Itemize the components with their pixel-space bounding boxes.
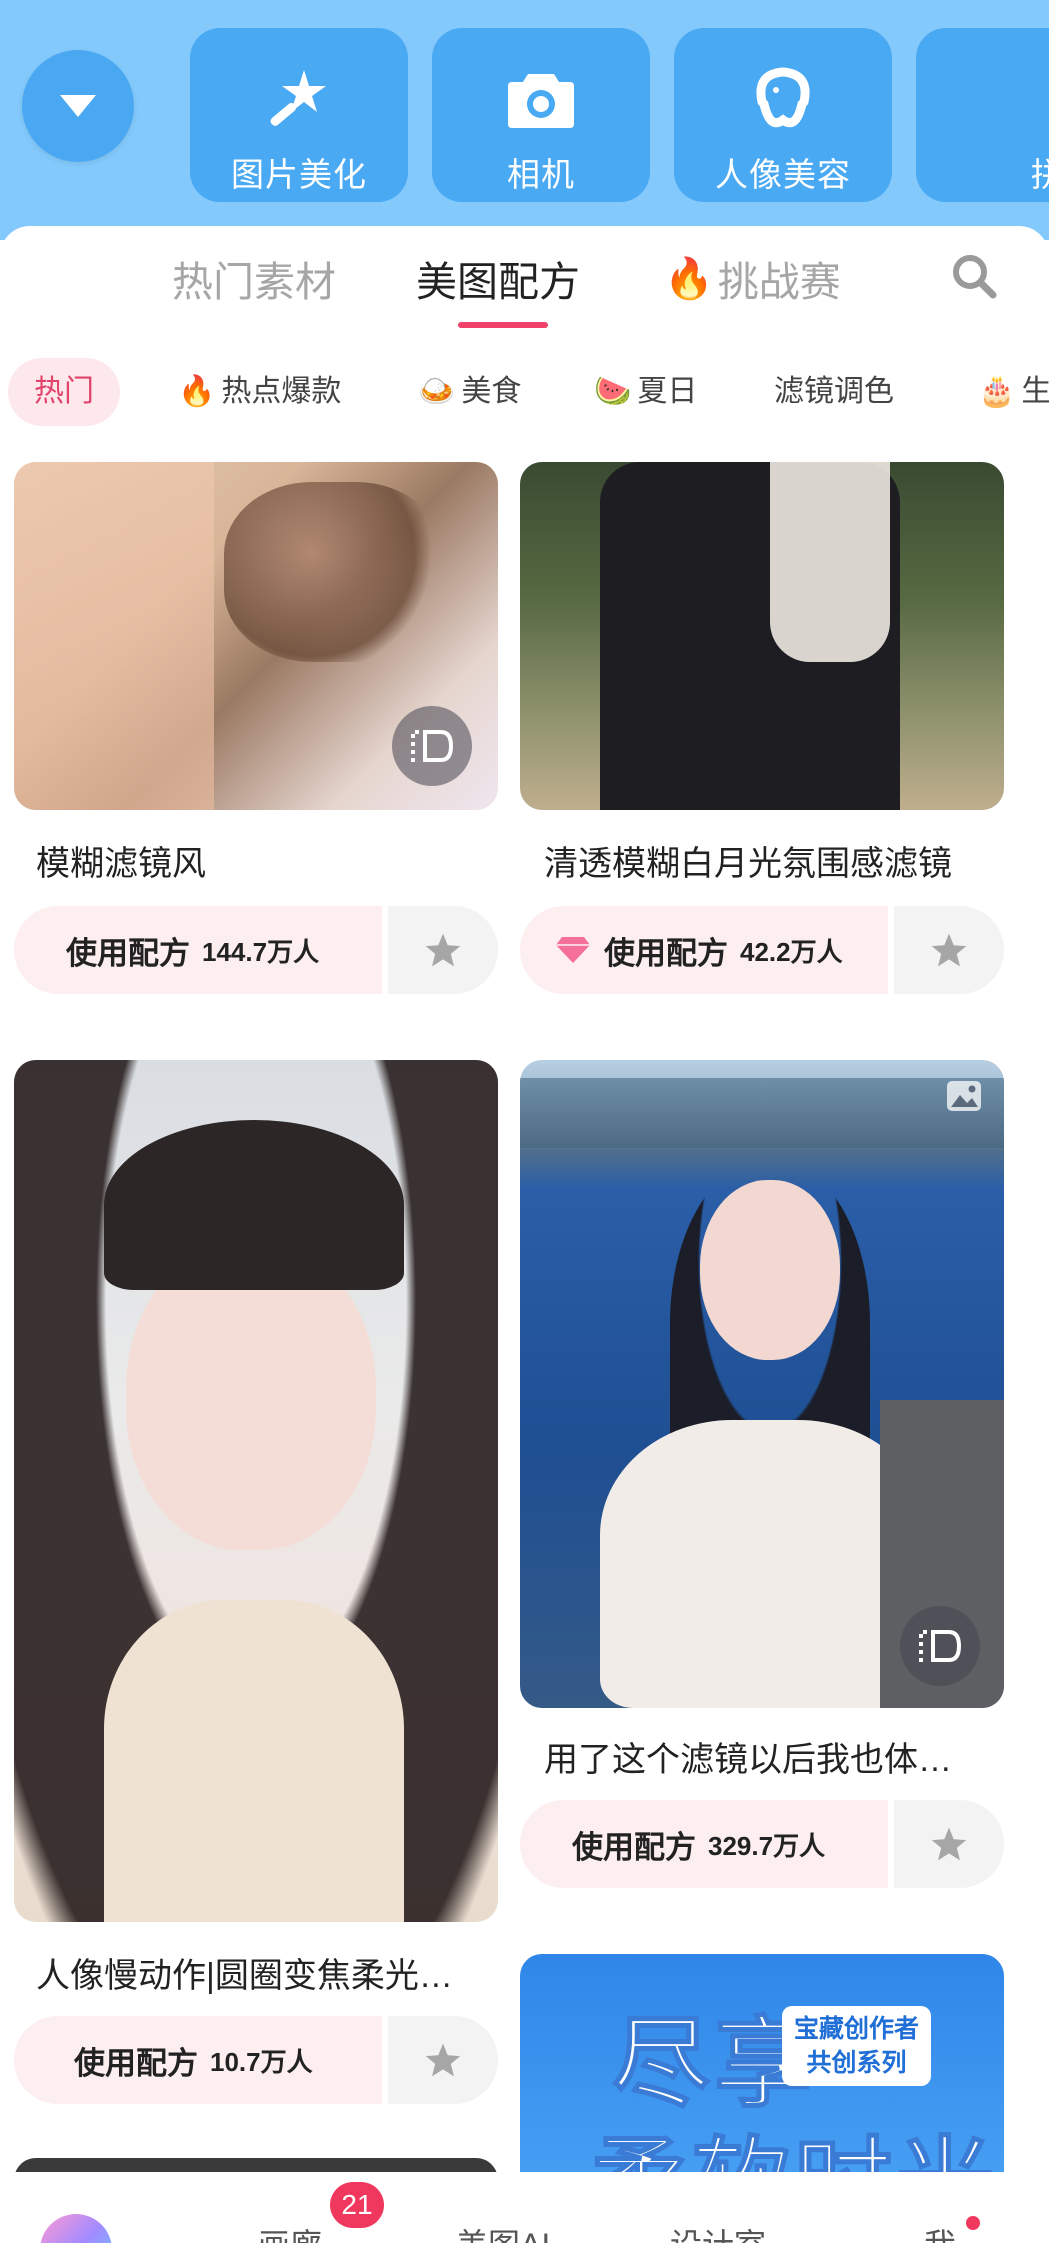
use-recipe-label: 使用配方 bbox=[604, 935, 728, 971]
tool-photo-beautify[interactable]: 图片美化 bbox=[190, 28, 408, 202]
chip-label: 生 bbox=[1021, 375, 1049, 408]
promo-card[interactable]: 尽享 宝藏创作者 共创系列 柔软时光 bbox=[520, 1954, 1004, 2172]
collage-icon bbox=[985, 60, 1049, 138]
chip-summer[interactable]: 🍉 夏日 bbox=[594, 358, 697, 426]
nav-gallery[interactable]: 画廊 bbox=[258, 2220, 322, 2243]
notification-badge: 21 bbox=[330, 2182, 384, 2228]
camera-icon bbox=[502, 60, 580, 138]
chip-food[interactable]: 🍛 美食 bbox=[418, 358, 521, 426]
favorite-button[interactable] bbox=[894, 1800, 1004, 1888]
star-icon bbox=[425, 933, 461, 967]
use-recipe-label: 使用配方 bbox=[572, 1829, 696, 1865]
fire-icon: 🔥 bbox=[178, 375, 216, 408]
usage-count: 42.2万人 bbox=[740, 936, 843, 967]
use-recipe-button[interactable]: 使用配方 144.7万人 bbox=[14, 906, 382, 994]
unread-dot bbox=[966, 2216, 980, 2230]
use-recipe-label: 使用配方 bbox=[74, 2045, 198, 2081]
tab-recipes[interactable]: 美图配方 bbox=[416, 248, 580, 308]
tool-label: 相机 bbox=[507, 156, 575, 193]
tab-hot-materials[interactable]: 热门素材 bbox=[172, 248, 336, 308]
nav-me[interactable]: 我 bbox=[924, 2220, 956, 2243]
cake-icon: 🎂 bbox=[978, 375, 1016, 408]
tool-label: 拼图 bbox=[1031, 156, 1049, 193]
usage-count: 329.7万人 bbox=[708, 1830, 826, 1861]
tool-camera[interactable]: 相机 bbox=[432, 28, 650, 202]
chip-trending[interactable]: 🔥 热点爆款 bbox=[178, 358, 341, 426]
fire-icon: 🔥 bbox=[664, 256, 714, 301]
live-photo-icon bbox=[919, 1630, 962, 1662]
promo-headline-2: 柔软时光 bbox=[589, 2104, 998, 2172]
watermelon-icon: 🍉 bbox=[594, 375, 632, 408]
card-image[interactable] bbox=[520, 1060, 1004, 1708]
image-icon bbox=[947, 1081, 981, 1111]
favorite-button[interactable] bbox=[894, 906, 1004, 994]
search-button[interactable] bbox=[944, 246, 1004, 306]
curry-icon: 🍛 bbox=[418, 375, 456, 408]
card-image[interactable] bbox=[14, 1060, 498, 1922]
use-recipe-button[interactable]: 使用配方 42.2万人 bbox=[520, 906, 888, 994]
next-card-image[interactable] bbox=[14, 2158, 498, 2172]
active-tab-indicator bbox=[458, 322, 548, 328]
star-icon bbox=[931, 1827, 967, 1861]
live-photo-icon bbox=[411, 730, 454, 762]
tool-portrait-beauty[interactable]: 人像美容 bbox=[674, 28, 892, 202]
caret-down-icon bbox=[60, 95, 96, 117]
card-image[interactable] bbox=[14, 462, 498, 810]
tool-label: 人像美容 bbox=[715, 156, 851, 193]
live-photo-badge bbox=[900, 1606, 980, 1686]
favorite-button[interactable] bbox=[388, 906, 498, 994]
search-icon bbox=[953, 255, 997, 299]
chip-label: 夏日 bbox=[637, 375, 698, 408]
use-recipe-label: 使用配方 bbox=[66, 935, 190, 971]
tool-label: 图片美化 bbox=[231, 156, 367, 193]
star-icon bbox=[425, 2043, 461, 2077]
tab-challenge[interactable]: 🔥 挑战赛 bbox=[664, 248, 841, 308]
content-tabs: 热门素材 美图配方 🔥 挑战赛 bbox=[0, 226, 1049, 336]
chip-hot[interactable]: 热门 bbox=[8, 358, 120, 426]
promo-tag: 宝藏创作者 共创系列 bbox=[782, 2006, 932, 2086]
chip-label: 热门 bbox=[34, 375, 94, 408]
image-type-badge bbox=[942, 1074, 986, 1118]
tool-collage[interactable]: 拼图 bbox=[916, 28, 1049, 202]
promo-tag-line: 宝藏创作者 bbox=[794, 2015, 920, 2043]
live-photo-badge bbox=[392, 706, 472, 786]
chip-filter-grading[interactable]: 滤镜调色 bbox=[774, 358, 894, 426]
magic-wand-icon bbox=[260, 60, 338, 138]
gem-icon bbox=[556, 937, 590, 963]
app-logo-icon[interactable] bbox=[40, 2214, 112, 2243]
tab-label: 挑战赛 bbox=[717, 259, 841, 305]
card-title[interactable]: 人像慢动作|圆圈变焦柔光… bbox=[36, 1948, 486, 1997]
recipe-feed[interactable]: 模糊滤镜风 使用配方 144.7万人 清透模糊白月光氛围感滤镜 使用配方 42.… bbox=[0, 462, 1049, 2172]
nav-meitu-ai[interactable]: 美图AI bbox=[456, 2220, 550, 2243]
usage-count: 10.7万人 bbox=[210, 2046, 313, 2077]
chip-birthday[interactable]: 🎂 生 bbox=[978, 358, 1049, 426]
bottom-nav: 画廊 21 美图AI 设计室 我 bbox=[0, 2172, 1049, 2243]
card-title[interactable]: 用了这个滤镜以后我也体… bbox=[544, 1732, 1004, 1781]
chip-label: 滤镜调色 bbox=[774, 375, 894, 408]
use-recipe-button[interactable]: 使用配方 10.7万人 bbox=[14, 2016, 382, 2104]
quick-tools-bar: 图片美化 相机 人像美容 拼 bbox=[0, 0, 1049, 240]
favorite-button[interactable] bbox=[388, 2016, 498, 2104]
chip-label: 热点爆款 bbox=[221, 375, 342, 408]
category-chips: 热门 🔥 热点爆款 🍛 美食 🍉 夏日 滤镜调色 🎂 生 bbox=[0, 358, 1049, 428]
star-icon bbox=[931, 933, 967, 967]
use-recipe-button[interactable]: 使用配方 329.7万人 bbox=[520, 1800, 888, 1888]
usage-count: 144.7万人 bbox=[202, 936, 320, 967]
chip-label: 美食 bbox=[461, 375, 522, 408]
nav-design-studio[interactable]: 设计室 bbox=[670, 2220, 766, 2243]
card-title[interactable]: 模糊滤镜风 bbox=[36, 836, 486, 885]
collapse-tools-button[interactable] bbox=[22, 50, 134, 162]
card-title[interactable]: 清透模糊白月光氛围感滤镜 bbox=[544, 836, 1004, 885]
card-image[interactable] bbox=[520, 462, 1004, 810]
promo-tag-line: 共创系列 bbox=[806, 2049, 907, 2077]
face-retouch-icon bbox=[744, 60, 822, 138]
